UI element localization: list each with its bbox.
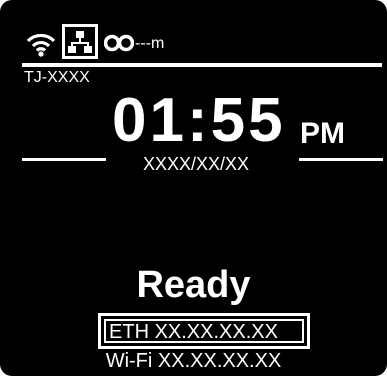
wifi-icon <box>26 31 56 57</box>
clock-time: 01:55 <box>112 86 286 155</box>
clock-ampm: PM <box>300 117 345 150</box>
divider <box>22 158 106 161</box>
printer-name: TJ-XXXX <box>24 69 90 86</box>
divider <box>299 158 383 161</box>
lcd-screen: ---m TJ-XXXX 01:55 PM XXXX/XX/XX Ready E… <box>0 0 387 376</box>
status-text: Ready <box>136 264 251 306</box>
eth-address: ETH XX.XX.XX.XX <box>109 321 278 343</box>
ribbon-remaining: ---m <box>135 35 165 52</box>
divider <box>22 63 382 67</box>
date: XXXX/XX/XX <box>143 154 250 174</box>
wifi-address: Wi-Fi XX.XX.XX.XX <box>105 350 282 372</box>
ethernet-icon <box>62 24 98 59</box>
ribbon-icon <box>103 34 135 52</box>
